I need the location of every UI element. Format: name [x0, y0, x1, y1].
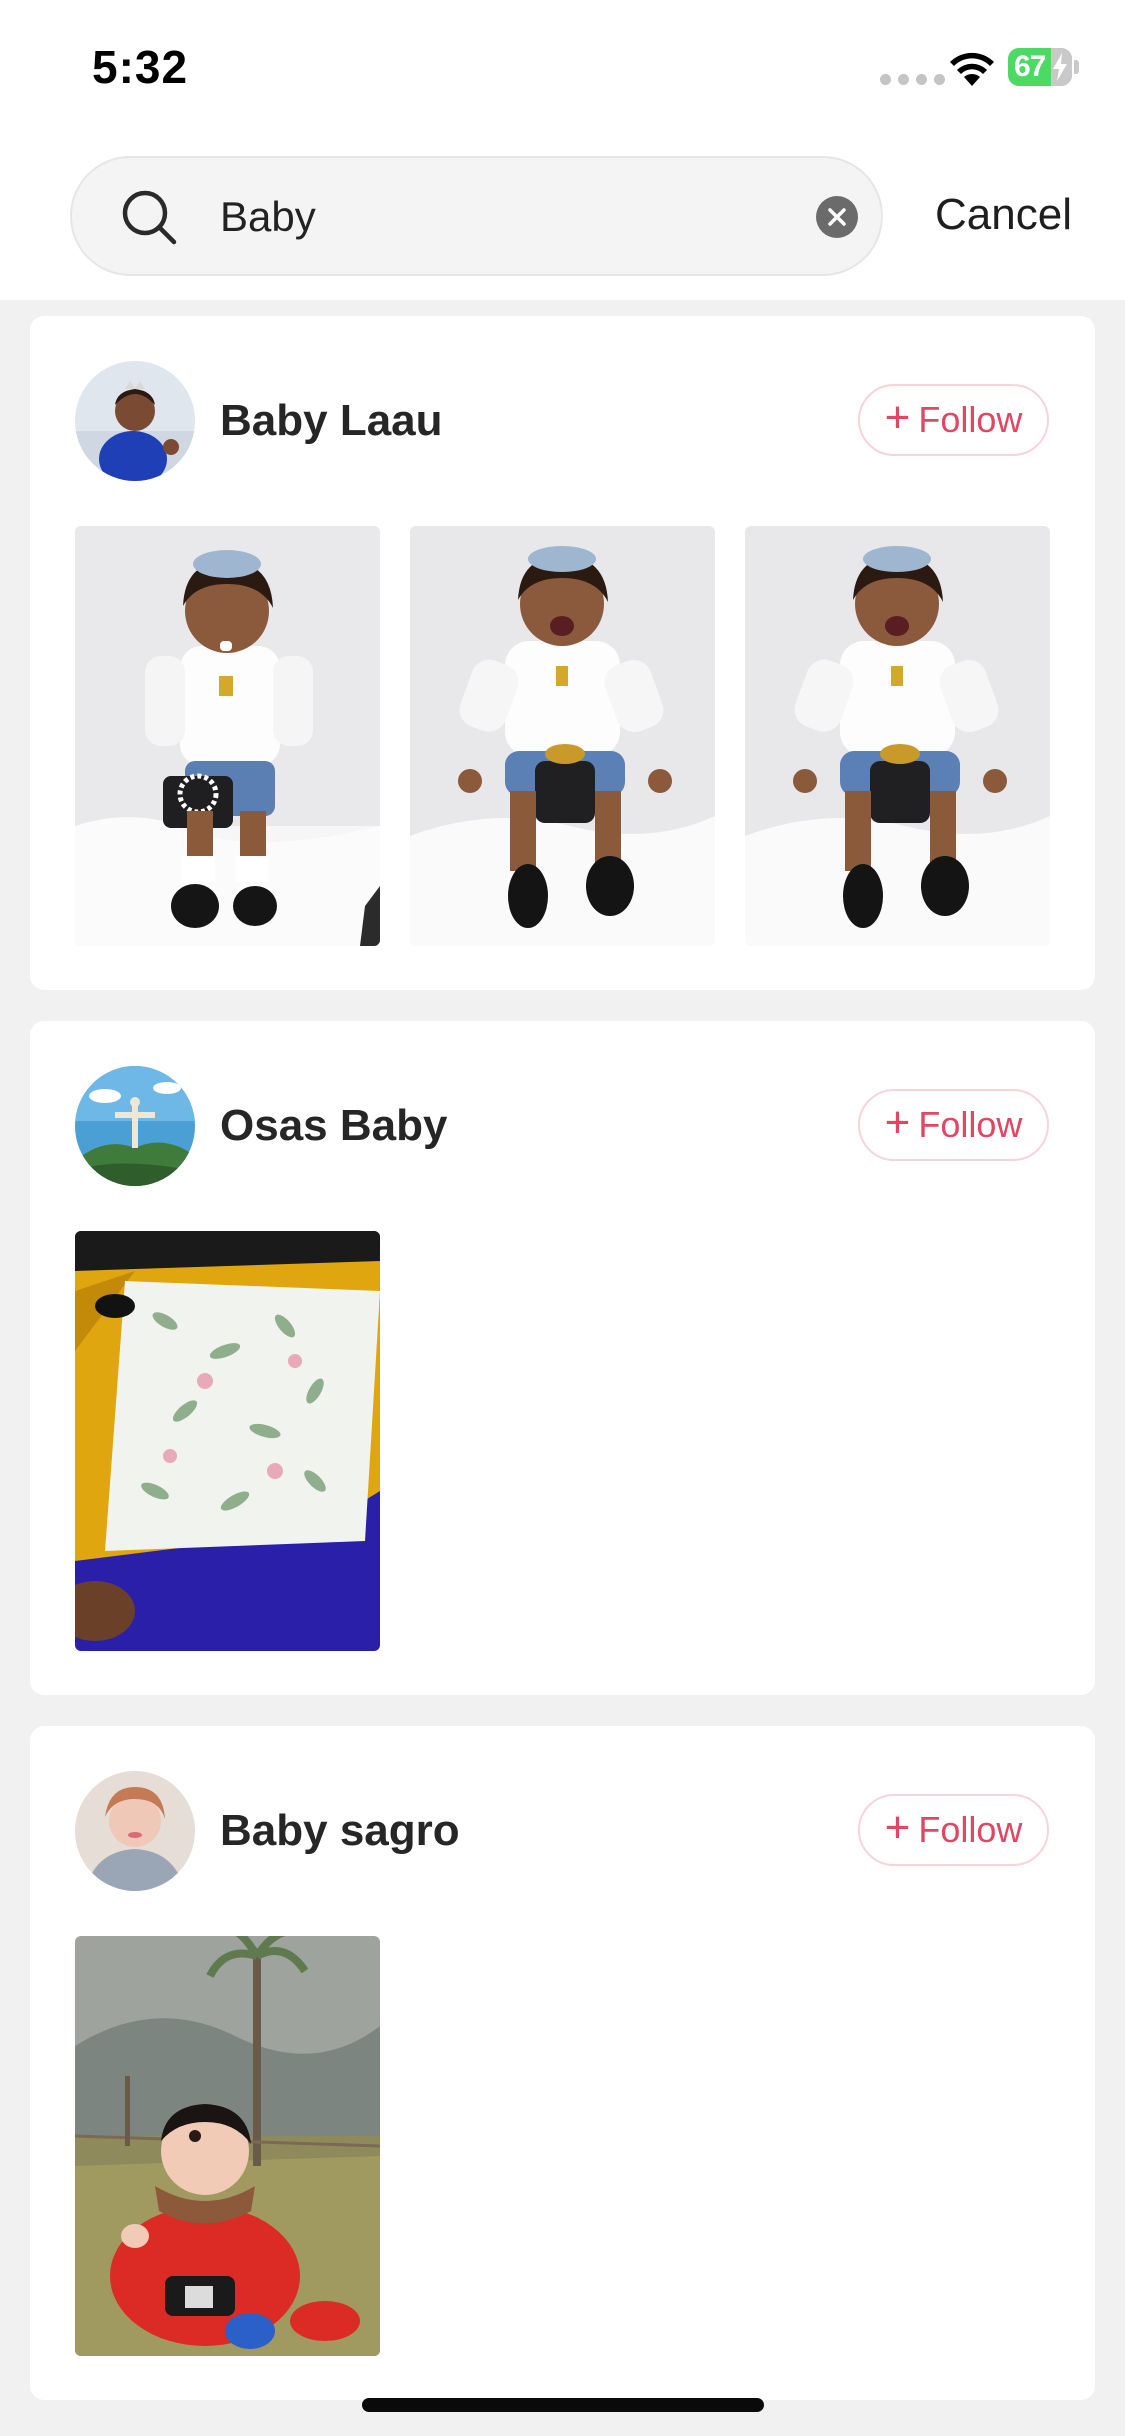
charging-bolt-icon	[1053, 53, 1067, 81]
user-name[interactable]: Baby Laau	[220, 396, 443, 446]
user-result-card[interactable]: Baby sagro + Follow	[30, 1726, 1095, 2400]
user-name[interactable]: Baby sagro	[220, 1806, 460, 1856]
follow-button[interactable]: + Follow	[858, 1089, 1049, 1161]
avatar[interactable]	[75, 1066, 195, 1186]
user-result-card[interactable]: Baby Laau + Follow	[30, 316, 1095, 990]
home-indicator[interactable]	[362, 2398, 764, 2412]
search-icon	[122, 190, 177, 245]
photo-thumbnail[interactable]	[410, 526, 715, 946]
screen: 5:32 67 Cancel	[0, 0, 1125, 2436]
plus-icon: +	[884, 393, 911, 442]
photo-thumbnail[interactable]	[75, 1231, 380, 1651]
battery-icon: 67	[1008, 48, 1072, 86]
photo-thumbnail[interactable]	[745, 526, 1050, 946]
status-time: 5:32	[92, 41, 189, 93]
follow-label: Follow	[918, 1104, 1023, 1145]
battery-cap	[1074, 60, 1079, 74]
cellular-signal-icon	[880, 74, 945, 85]
plus-icon: +	[884, 1803, 911, 1852]
clear-icon[interactable]	[816, 196, 858, 238]
photo-thumbnail[interactable]	[75, 526, 380, 946]
photo-thumbnail[interactable]	[75, 1936, 380, 2356]
user-result-card[interactable]: Osas Baby + Follow	[30, 1021, 1095, 1695]
follow-label: Follow	[918, 399, 1023, 440]
wifi-icon	[950, 52, 994, 86]
plus-icon: +	[884, 1098, 911, 1147]
cancel-button[interactable]: Cancel	[935, 190, 1072, 240]
search-header: Cancel	[0, 140, 1125, 300]
battery-percent: 67	[1014, 50, 1046, 83]
search-bar[interactable]	[70, 156, 883, 276]
status-bar: 5:32 67	[0, 0, 1125, 140]
search-input[interactable]	[220, 182, 780, 252]
avatar[interactable]	[75, 1771, 195, 1891]
follow-label: Follow	[918, 1809, 1023, 1850]
follow-button[interactable]: + Follow	[858, 384, 1049, 456]
avatar[interactable]	[75, 361, 195, 481]
user-name[interactable]: Osas Baby	[220, 1101, 447, 1151]
follow-button[interactable]: + Follow	[858, 1794, 1049, 1866]
